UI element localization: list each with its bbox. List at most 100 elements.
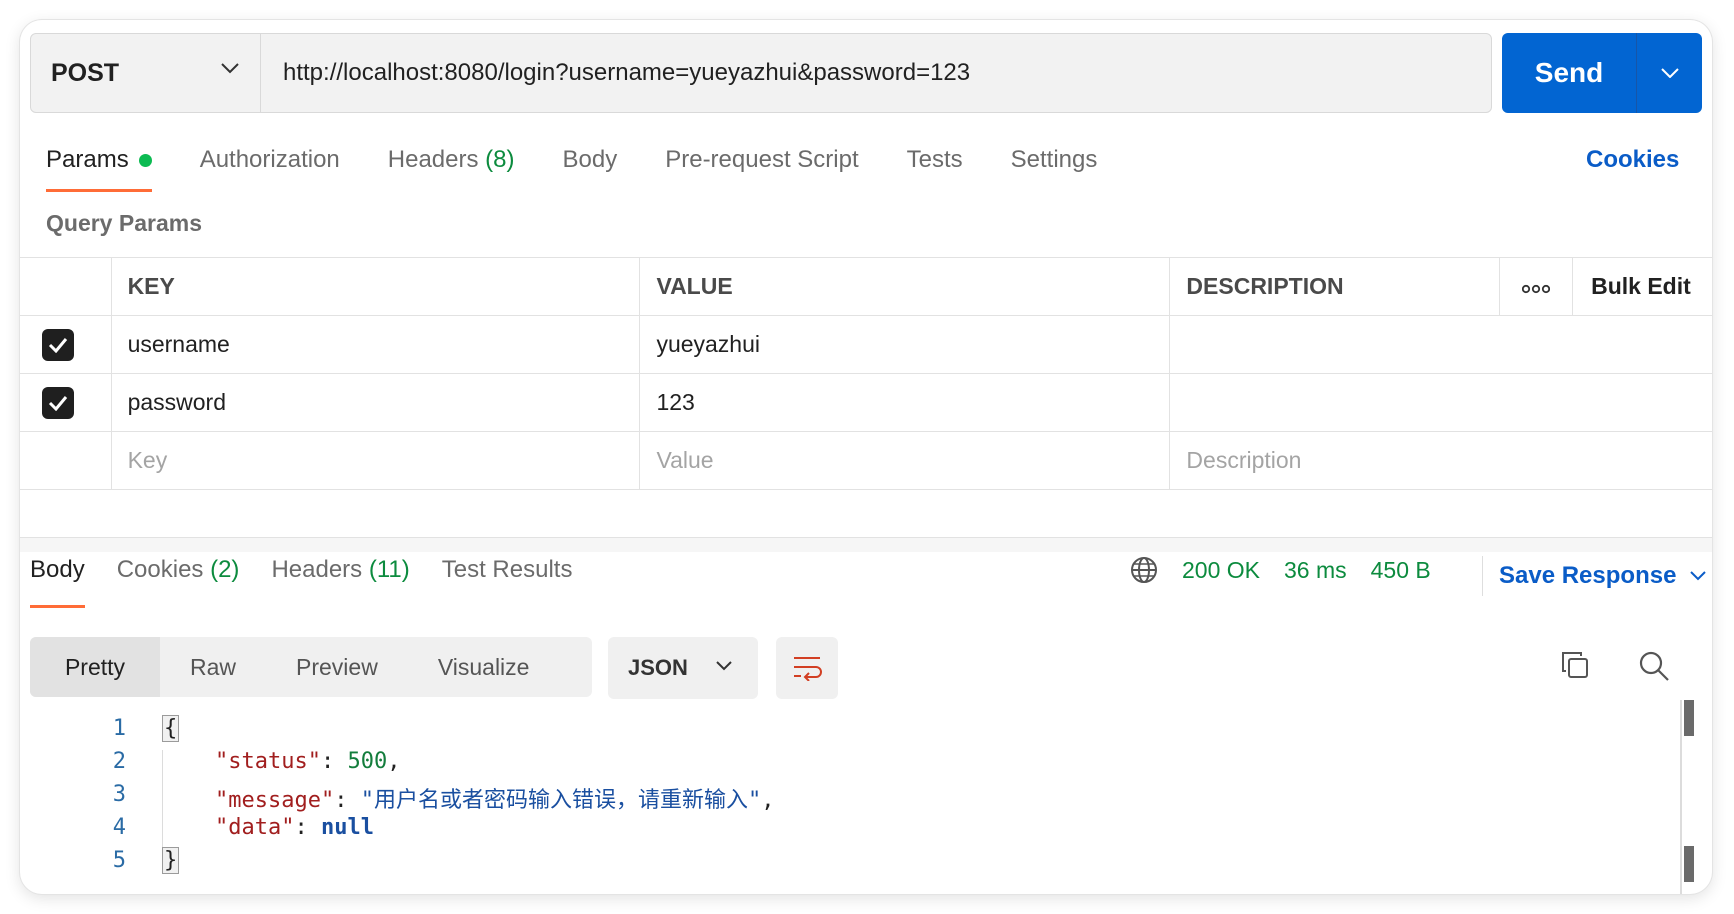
chevron-down-icon — [1690, 571, 1707, 581]
code-line: } — [162, 847, 180, 874]
url-input[interactable]: http://localhost:8080/login?username=yue… — [261, 34, 1491, 112]
line-number: 2 — [112, 749, 126, 774]
description-column-header: DESCRIPTION — [1169, 257, 1500, 316]
json-key: "message" — [214, 788, 335, 813]
check-icon — [48, 395, 68, 411]
tab-test-results[interactable]: Test Results — [442, 552, 573, 608]
code-line: "message": "用户名或者密码输入错误，请重新输入", — [214, 788, 775, 813]
scrollbar-track[interactable] — [1680, 700, 1682, 894]
line-number: 3 — [112, 782, 126, 807]
tab-params-label: Params — [46, 146, 129, 173]
json-number: 500 — [347, 749, 388, 774]
table-row: username yueyazhui — [20, 315, 1712, 374]
panel-divider[interactable] — [20, 537, 1712, 552]
query-params-title: Query Params — [46, 210, 202, 236]
params-active-dot — [138, 154, 152, 168]
more-options-button[interactable] — [1498, 257, 1574, 316]
params-table: KEY VALUE DESCRIPTION Bulk Edit username… — [20, 257, 1712, 490]
code-line: "status": 500, — [214, 749, 401, 774]
param-key-cell[interactable]: username — [110, 315, 641, 374]
table-header-row: KEY VALUE DESCRIPTION Bulk Edit — [20, 257, 1712, 316]
empty-checkbox-cell — [20, 431, 112, 490]
param-key-cell[interactable]: password — [110, 373, 641, 432]
close-brace: } — [162, 847, 180, 874]
more-icon — [1521, 284, 1550, 294]
cookies-link[interactable]: Cookies — [1586, 142, 1679, 178]
param-description-cell[interactable] — [1169, 315, 1712, 374]
line-number: 4 — [112, 815, 126, 840]
new-value-input[interactable]: Value — [639, 431, 1171, 490]
save-response-label: Save Response — [1499, 562, 1677, 589]
json-string: "用户名或者密码输入错误，请重新输入" — [360, 788, 762, 813]
request-bar: POST http://localhost:8080/login?usernam… — [30, 33, 1492, 113]
chevron-down-icon — [221, 63, 239, 74]
response-headers-count: (11) — [368, 556, 410, 583]
tab-body[interactable]: Body — [563, 142, 618, 192]
new-description-input[interactable]: Description — [1169, 431, 1712, 490]
bulk-edit-button[interactable]: Bulk Edit — [1572, 257, 1712, 316]
chevron-down-icon — [1660, 68, 1679, 78]
new-key-input[interactable]: Key — [110, 431, 641, 490]
tab-settings[interactable]: Settings — [1011, 142, 1098, 192]
response-cookies-count: (2) — [210, 556, 240, 583]
tab-response-cookies[interactable]: Cookies (2) — [117, 552, 240, 608]
json-key: "status" — [214, 749, 321, 774]
open-brace: { — [162, 715, 180, 742]
json-key: "data" — [214, 815, 295, 840]
format-select[interactable]: JSON — [608, 637, 758, 699]
globe-icon[interactable] — [1130, 556, 1158, 584]
row-checkbox-cell — [20, 373, 112, 432]
line-number: 1 — [112, 716, 126, 741]
response-status-bar: 200 OK 36 ms 450 B — [1130, 556, 1431, 584]
copy-icon[interactable] — [1560, 650, 1590, 680]
code-line: "data": null — [214, 815, 374, 840]
wrap-lines-icon — [794, 657, 822, 681]
tab-prerequest-script[interactable]: Pre-request Script — [665, 142, 858, 192]
headers-count: (8) — [485, 146, 515, 173]
response-time[interactable]: 36 ms — [1284, 557, 1347, 584]
json-null: null — [320, 815, 374, 840]
tab-authorization[interactable]: Authorization — [200, 142, 340, 192]
scrollbar-thumb[interactable] — [1684, 846, 1694, 882]
row-checkbox[interactable] — [42, 328, 74, 361]
response-size[interactable]: 450 B — [1371, 557, 1431, 584]
view-mode-selector: Pretty Raw Preview Visualize — [30, 637, 592, 697]
row-checkbox-cell — [20, 315, 112, 374]
method-select[interactable]: POST — [31, 34, 261, 112]
new-param-row: Key Value Description — [20, 431, 1712, 490]
view-mode-preview[interactable]: Preview — [266, 637, 408, 697]
param-description-cell[interactable] — [1169, 373, 1712, 432]
tab-response-cookies-label: Cookies — [116, 556, 204, 583]
request-tabs: Params Authorization Headers (8) Body Pr… — [46, 142, 1145, 192]
param-value-cell[interactable]: 123 — [639, 373, 1171, 432]
chevron-down-icon — [716, 661, 732, 671]
send-options-button[interactable] — [1637, 33, 1702, 113]
view-mode-raw[interactable]: Raw — [160, 637, 266, 697]
tab-tests[interactable]: Tests — [907, 142, 963, 192]
row-checkbox[interactable] — [42, 386, 74, 419]
tab-headers[interactable]: Headers (8) — [388, 142, 515, 192]
status-code[interactable]: 200 OK — [1182, 557, 1260, 584]
method-label: POST — [51, 58, 120, 87]
key-column-header: KEY — [110, 257, 641, 316]
save-response-button[interactable]: Save Response — [1482, 556, 1707, 596]
tab-response-headers[interactable]: Headers (11) — [271, 552, 409, 608]
param-value-cell[interactable]: yueyazhui — [639, 315, 1171, 374]
value-column-header: VALUE — [639, 257, 1171, 316]
view-mode-visualize[interactable]: Visualize — [408, 637, 560, 697]
send-button[interactable]: Send — [1502, 33, 1637, 113]
format-label: JSON — [628, 655, 688, 680]
view-mode-pretty[interactable]: Pretty — [30, 637, 160, 697]
search-icon[interactable] — [1638, 650, 1670, 682]
tab-params[interactable]: Params — [46, 142, 152, 192]
response-tabs: Body Cookies (2) Headers (11) Test Resul… — [30, 552, 604, 608]
send-button-group: Send — [1502, 33, 1702, 113]
tab-response-headers-label: Headers — [271, 556, 363, 583]
scrollbar-thumb[interactable] — [1684, 700, 1694, 736]
table-row: password 123 — [20, 373, 1712, 432]
line-number: 5 — [112, 848, 126, 873]
wrap-lines-button[interactable] — [776, 637, 838, 699]
check-icon — [48, 337, 68, 353]
tab-response-body[interactable]: Body — [30, 552, 85, 608]
checkbox-column-header — [20, 257, 112, 316]
